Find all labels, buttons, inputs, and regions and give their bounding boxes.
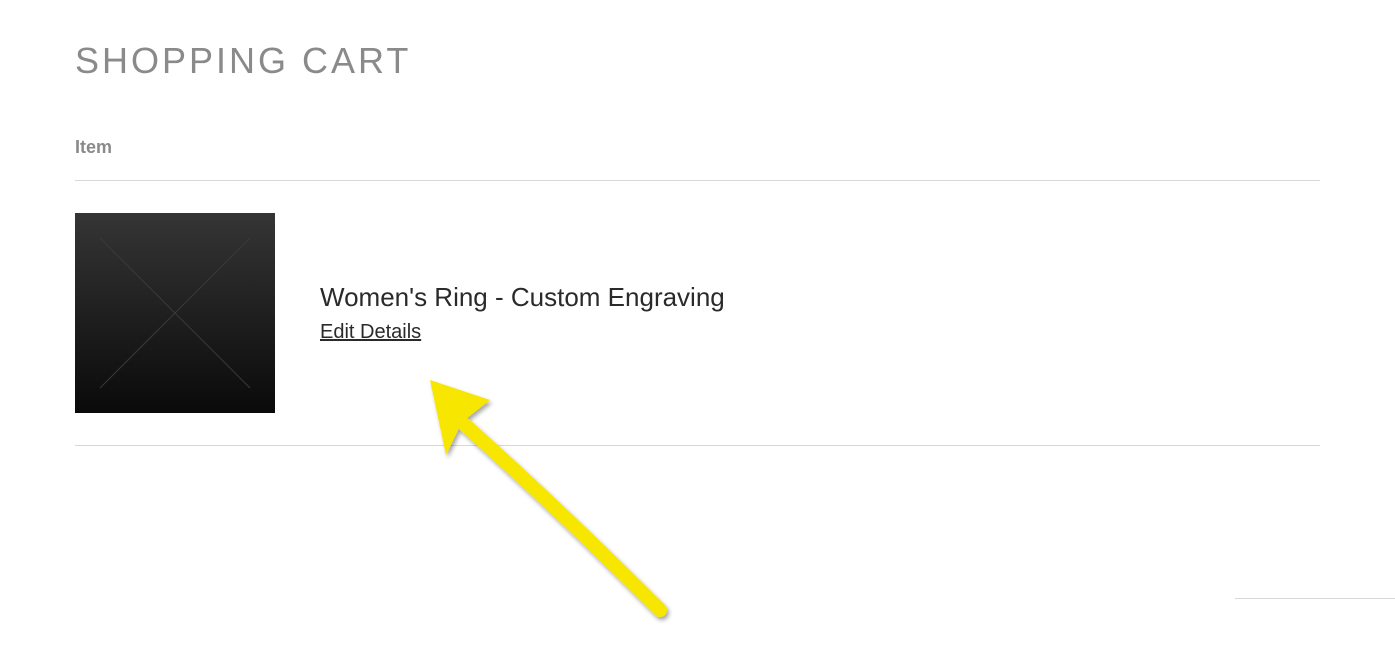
placeholder-x-icon bbox=[75, 213, 275, 413]
edit-details-link[interactable]: Edit Details bbox=[320, 321, 421, 344]
column-header-item: Item bbox=[75, 137, 1320, 158]
divider-summary bbox=[1235, 598, 1395, 599]
cart-item-row: Women's Ring - Custom Engraving Edit Det… bbox=[75, 181, 1320, 445]
page-title: SHOPPING CART bbox=[75, 40, 1320, 82]
product-info: Women's Ring - Custom Engraving Edit Det… bbox=[275, 282, 725, 344]
product-image[interactable] bbox=[75, 213, 275, 413]
divider-bottom bbox=[75, 445, 1320, 446]
product-name: Women's Ring - Custom Engraving bbox=[320, 282, 725, 313]
